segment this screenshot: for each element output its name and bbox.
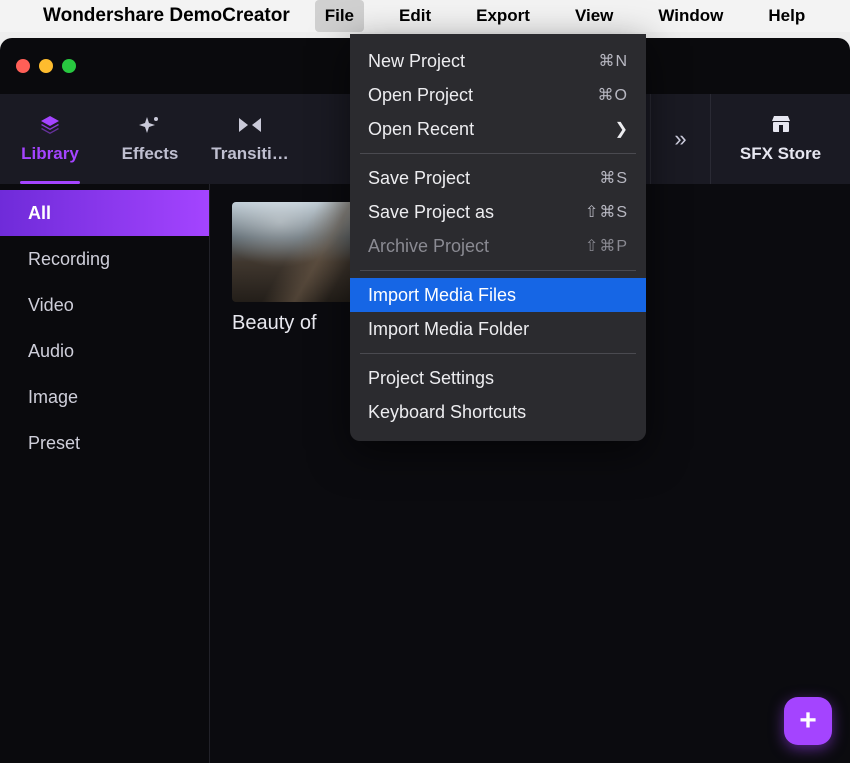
menu-item-label: Save Project as [368, 202, 494, 223]
window-minimize-icon[interactable] [39, 59, 53, 73]
menu-file[interactable]: File [315, 0, 364, 32]
tab-transitions[interactable]: Transiti… [200, 94, 300, 184]
menu-open-recent[interactable]: Open Recent ❯ [350, 112, 646, 146]
menu-import-media-files[interactable]: Import Media Files [350, 278, 646, 312]
menu-item-label: Import Media Files [368, 285, 516, 306]
menu-export[interactable]: Export [466, 0, 540, 32]
sidebar-item-audio[interactable]: Audio [0, 328, 209, 374]
menu-save-project[interactable]: Save Project ⌘S [350, 161, 646, 195]
menu-item-shortcut: ⇧⌘P [585, 236, 628, 256]
menu-keyboard-shortcuts[interactable]: Keyboard Shortcuts [350, 395, 646, 429]
more-icon: » [674, 126, 686, 152]
menu-item-shortcut: ⌘S [599, 168, 628, 188]
sidebar-item-video[interactable]: Video [0, 282, 209, 328]
sidebar-item-preset[interactable]: Preset [0, 420, 209, 466]
toolbar-more-button[interactable]: » [650, 94, 710, 184]
store-icon [770, 115, 792, 138]
menu-item-label: Open Project [368, 85, 473, 106]
menu-new-project[interactable]: New Project ⌘N [350, 44, 646, 78]
menu-edit[interactable]: Edit [389, 0, 441, 32]
library-sidebar: All Recording Video Audio Image Preset [0, 184, 210, 763]
menu-view[interactable]: View [565, 0, 623, 32]
tab-label: Effects [122, 144, 179, 164]
menu-item-label: Archive Project [368, 236, 489, 257]
menu-item-label: Keyboard Shortcuts [368, 402, 526, 423]
menu-archive-project: Archive Project ⇧⌘P [350, 229, 646, 263]
menu-separator [360, 153, 636, 154]
tab-sfx-store[interactable]: SFX Store [710, 94, 850, 184]
tab-library[interactable]: Library [0, 94, 100, 184]
menu-item-label: Project Settings [368, 368, 494, 389]
menu-item-label: Save Project [368, 168, 470, 189]
menu-window[interactable]: Window [648, 0, 733, 32]
menu-separator [360, 270, 636, 271]
menu-item-label: New Project [368, 51, 465, 72]
menu-item-shortcut: ⇧⌘S [585, 202, 628, 222]
window-maximize-icon[interactable] [62, 59, 76, 73]
menu-import-media-folder[interactable]: Import Media Folder [350, 312, 646, 346]
menu-separator [360, 353, 636, 354]
layers-icon [39, 114, 61, 136]
menu-item-label: Open Recent [368, 119, 474, 140]
tab-effects[interactable]: Effects [100, 94, 200, 184]
chevron-right-icon: ❯ [615, 119, 628, 139]
sidebar-item-image[interactable]: Image [0, 374, 209, 420]
menu-save-project-as[interactable]: Save Project as ⇧⌘S [350, 195, 646, 229]
app-name: Wondershare DemoCreator [43, 5, 290, 27]
window-close-icon[interactable] [16, 59, 30, 73]
sidebar-item-recording[interactable]: Recording [0, 236, 209, 282]
menu-open-project[interactable]: Open Project ⌘O [350, 78, 646, 112]
sparkle-icon [139, 114, 161, 136]
menu-item-label: Import Media Folder [368, 319, 529, 340]
tab-label: Transiti… [211, 144, 288, 164]
menu-project-settings[interactable]: Project Settings [350, 361, 646, 395]
tab-label: Library [21, 144, 79, 164]
menu-item-shortcut: ⌘N [598, 51, 628, 71]
file-menu-dropdown: New Project ⌘N Open Project ⌘O Open Rece… [350, 34, 646, 441]
menu-item-shortcut: ⌘O [598, 85, 628, 105]
menu-help[interactable]: Help [758, 0, 815, 32]
plus-icon: + [799, 704, 817, 738]
bowtie-icon [238, 114, 262, 136]
sidebar-item-all[interactable]: All [0, 190, 209, 236]
tab-label: SFX Store [740, 144, 821, 164]
mac-menubar: Wondershare DemoCreator File Edit Export… [0, 0, 850, 32]
add-media-fab[interactable]: + [784, 697, 832, 745]
